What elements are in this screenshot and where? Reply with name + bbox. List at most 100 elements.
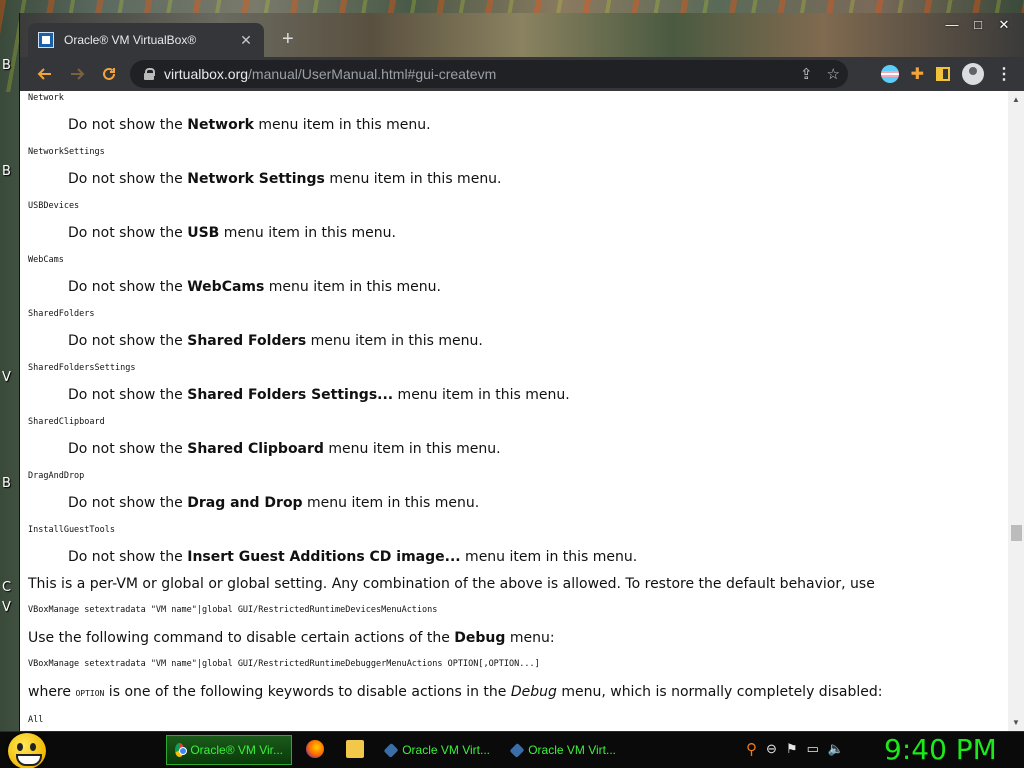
term-description: Do not show the Network Settings menu it… <box>68 171 502 187</box>
browser-toolbar: virtualbox.org/manual/UserManual.html#gu… <box>20 57 1024 91</box>
reload-button[interactable] <box>96 61 122 87</box>
scrollbar-thumb[interactable] <box>1011 525 1022 541</box>
desc-prefix: Do not show the <box>68 225 188 241</box>
term-keyword: Network <box>28 93 64 103</box>
browser-window: Oracle® VM VirtualBox® ✕ + — □ ✕ virtual… <box>19 13 1024 731</box>
volume-icon[interactable]: 🔈 <box>828 741 844 757</box>
scroll-up-icon[interactable]: ▲ <box>1012 95 1020 104</box>
scroll-down-icon[interactable]: ▼ <box>1012 718 1020 727</box>
term-description: Do not show the Shared Folders Settings.… <box>68 387 570 403</box>
desktop-icon-label[interactable]: B <box>2 58 11 73</box>
para-text: menu, which is normally completely disab… <box>556 684 883 700</box>
desc-prefix: Do not show the <box>68 549 188 565</box>
term-keyword: NetworkSettings <box>28 147 105 157</box>
desc-suffix: menu item in this menu. <box>253 117 431 133</box>
term-keyword: SharedFoldersSettings <box>28 363 136 373</box>
desc-bold-item: Shared Folders <box>187 333 307 349</box>
taskbar-task-chrome[interactable]: Oracle® VM Vir... <box>166 735 292 765</box>
term-description: Do not show the WebCams menu item in thi… <box>68 279 441 295</box>
term-keyword: SharedFolders <box>28 309 95 319</box>
reload-icon <box>103 67 115 80</box>
term-description: Do not show the Shared Clipboard menu it… <box>68 441 501 457</box>
term-description: Do not show the Shared Folders menu item… <box>68 333 483 349</box>
desc-bold-item: Shared Folders Settings... <box>187 387 394 403</box>
chrome-icon <box>175 743 188 757</box>
term-keyword: InstallGuestTools <box>28 525 115 535</box>
share-icon[interactable]: ⇪ <box>800 65 813 83</box>
file-explorer-icon[interactable] <box>346 740 364 758</box>
flag-icon[interactable]: ⚑ <box>786 741 798 757</box>
desc-suffix: menu item in this menu. <box>324 171 502 187</box>
taskbar-task-virtualbox[interactable]: Oracle VM Virt... <box>504 735 624 765</box>
desktop-icon-label[interactable]: V <box>2 370 11 385</box>
desktop-icon-label[interactable]: B <box>2 164 11 179</box>
arrow-left-icon <box>37 68 51 80</box>
desc-bold-item: Insert Guest Additions CD image... <box>187 549 461 565</box>
close-window-button[interactable]: ✕ <box>996 17 1012 33</box>
virtualbox-icon <box>509 742 525 758</box>
para-text: menu: <box>505 630 555 646</box>
desc-suffix: menu item in this menu. <box>264 279 441 295</box>
tab-virtualbox-manual[interactable]: Oracle® VM VirtualBox® ✕ <box>28 23 264 57</box>
close-tab-icon[interactable]: ✕ <box>238 32 254 49</box>
taskbar: Oracle® VM Vir... Oracle VM Virt... Orac… <box>0 731 1024 768</box>
search-icon[interactable]: ⚲ <box>746 740 757 758</box>
extensions-puzzle-icon[interactable]: ✚ <box>911 64 924 84</box>
term-keyword: All <box>28 715 44 725</box>
desc-bold-item: Network Settings <box>187 171 325 187</box>
vertical-scrollbar[interactable]: ▲ ▼ <box>1008 91 1024 731</box>
forward-button[interactable] <box>64 61 90 87</box>
term-keyword: SharedClipboard <box>28 417 105 427</box>
arrow-right-icon <box>71 68 85 80</box>
term-description: Do not show the Drag and Drop menu item … <box>68 495 479 511</box>
para-bold: Debug <box>454 630 506 646</box>
minimize-button[interactable]: — <box>944 17 960 33</box>
para-text: Use the following command to disable cer… <box>28 630 455 646</box>
para-emphasis: Debug <box>510 684 557 700</box>
desc-prefix: Do not show the <box>68 279 188 295</box>
pride-flag-extension-icon[interactable] <box>880 65 899 83</box>
desc-suffix: menu item in this menu. <box>460 549 638 565</box>
term-description: Do not show the USB menu item in this me… <box>68 225 396 241</box>
paragraph-restore-default: This is a per-VM or global or global set… <box>28 576 875 592</box>
task-label: Oracle® VM Vir... <box>190 743 283 757</box>
lock-icon[interactable] <box>144 68 155 80</box>
new-tab-button[interactable]: + <box>282 29 294 49</box>
desc-bold-item: USB <box>187 225 220 241</box>
back-button[interactable] <box>32 61 58 87</box>
desktop-icon-label[interactable]: C <box>2 580 11 595</box>
task-label: Oracle VM Virt... <box>528 743 616 757</box>
task-label: Oracle VM Virt... <box>402 743 490 757</box>
extension-icons: ✚ ⋮ <box>880 63 1012 85</box>
desktop-icon-label[interactable]: B <box>2 476 11 491</box>
desc-bold-item: Shared Clipboard <box>187 441 324 457</box>
term-keyword: USBDevices <box>28 201 80 211</box>
start-button-smiley-icon[interactable] <box>8 733 46 768</box>
network-icon[interactable]: ⊖ <box>766 741 777 757</box>
taskbar-task-virtualbox[interactable]: Oracle VM Virt... <box>378 735 498 765</box>
firefox-icon[interactable] <box>306 740 324 758</box>
system-tray: ⚲ ⊖ ⚑ ▭ 🔈 <box>746 740 844 758</box>
desktop-icon-label[interactable]: V <box>2 600 11 615</box>
desc-prefix: Do not show the <box>68 333 188 349</box>
side-panel-icon[interactable] <box>936 67 950 81</box>
desc-suffix: menu item in this menu. <box>393 387 570 403</box>
window-controls: — □ ✕ <box>944 17 1012 33</box>
desc-prefix: Do not show the <box>68 117 188 133</box>
page-content: Network Do not show the Network menu item… <box>20 91 1008 731</box>
bookmark-star-icon[interactable]: ☆ <box>827 65 840 83</box>
profile-avatar[interactable] <box>962 63 984 85</box>
menu-kebab-icon[interactable]: ⋮ <box>996 64 1012 84</box>
para-text: where <box>28 684 76 700</box>
display-icon[interactable]: ▭ <box>807 741 819 757</box>
url-host: virtualbox.org <box>164 66 249 82</box>
desc-bold-item: Drag and Drop <box>187 495 303 511</box>
term-description: Do not show the Insert Guest Additions C… <box>68 549 637 565</box>
tab-strip: Oracle® VM VirtualBox® ✕ + — □ ✕ <box>20 13 1024 57</box>
paragraph-option-keywords: where OPTION is one of the following key… <box>28 684 882 700</box>
clock[interactable]: 9:40 PM <box>884 732 997 768</box>
maximize-button[interactable]: □ <box>970 17 986 33</box>
desc-suffix: menu item in this menu. <box>302 495 480 511</box>
address-bar[interactable]: virtualbox.org/manual/UserManual.html#gu… <box>130 60 848 88</box>
code-restore-command: VBoxManage setextradata "VM name"|global… <box>28 605 438 615</box>
